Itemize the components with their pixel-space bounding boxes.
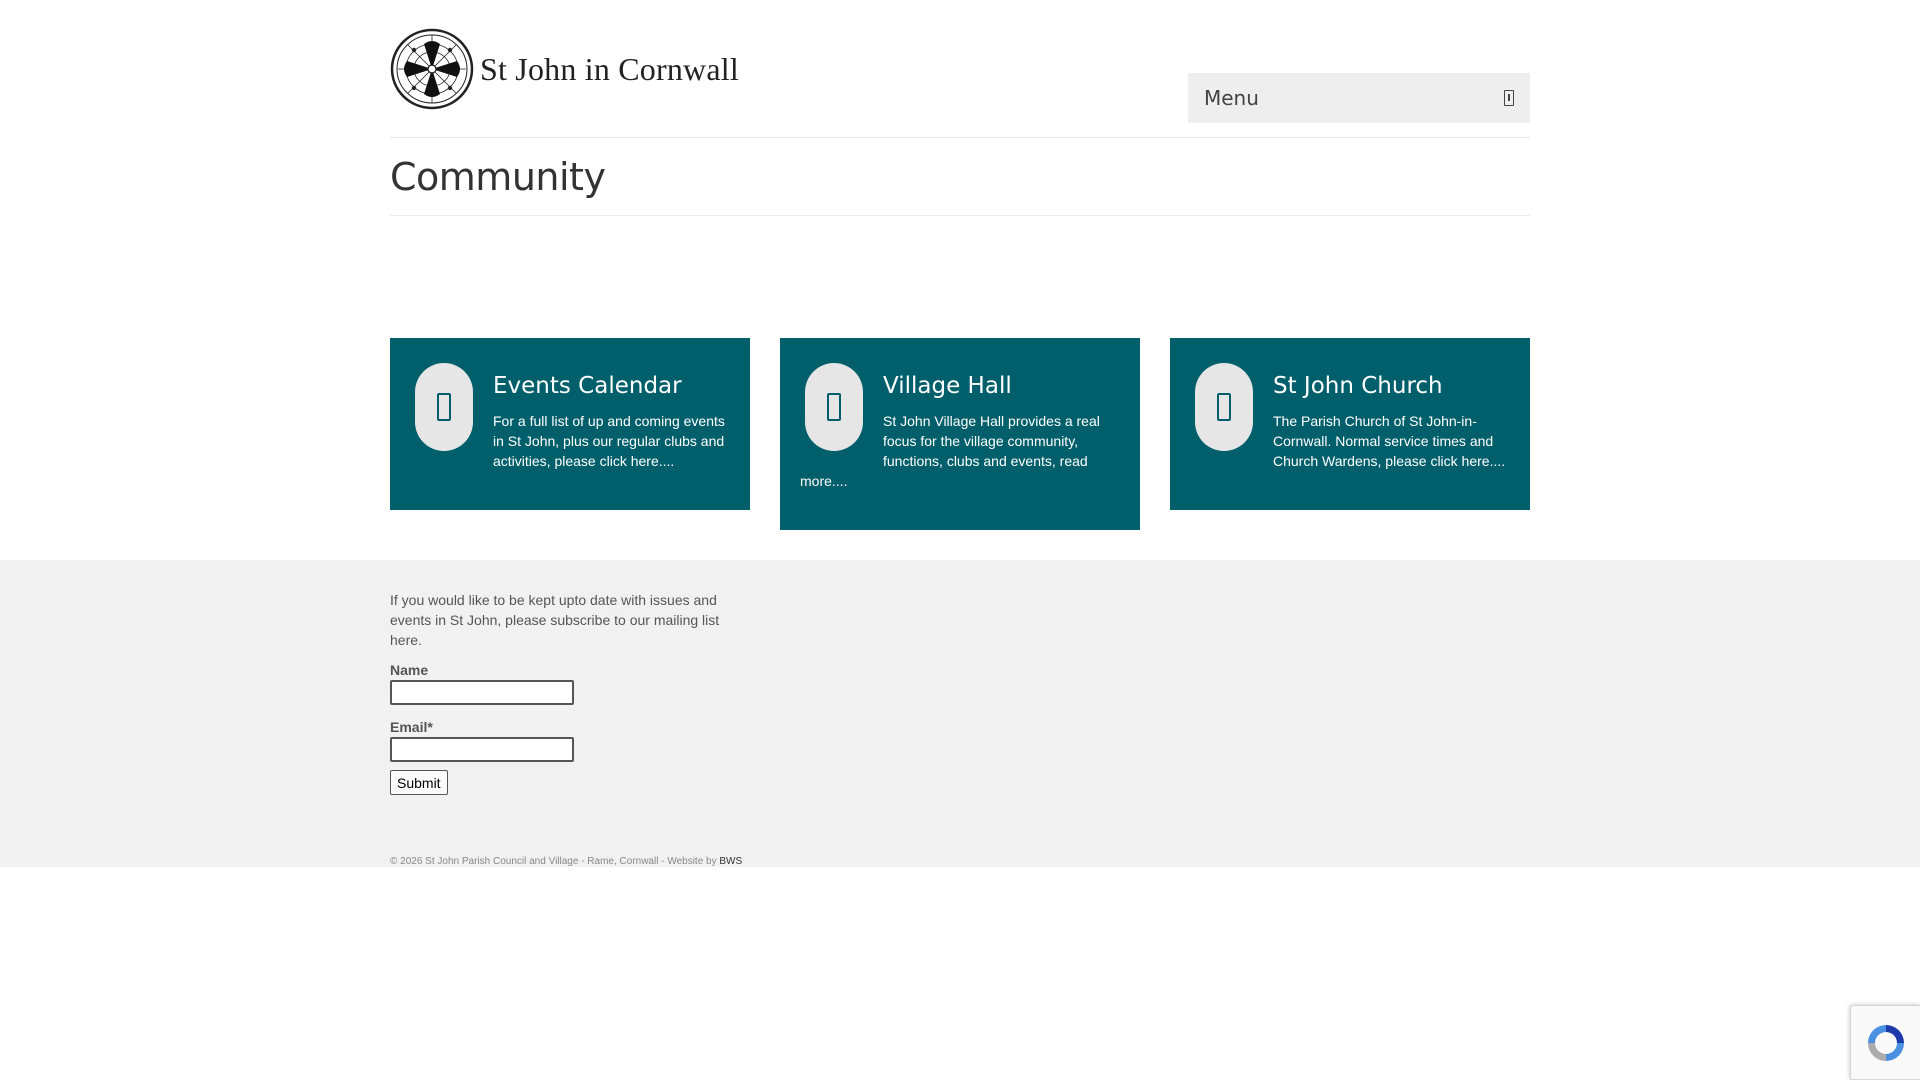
site-footer: If you would like to be kept upto date w… [0,560,1920,867]
submit-button[interactable]: Submit [390,770,448,795]
document-icon [1195,363,1253,451]
email-field[interactable] [390,737,574,762]
page-title: Community [390,155,606,199]
name-label: Name [390,662,429,678]
menu-toggle-icon [1504,90,1514,106]
document-icon [415,363,473,451]
page-title-bar: Community [390,138,1530,216]
subscribe-intro: If you would like to be kept upto date w… [390,592,720,648]
card-st-john-church[interactable]: St John Church The Parish Church of St J… [1170,338,1530,510]
parish-emblem-icon [390,28,474,110]
copyright-label: © 2026 St John Parish Council and Villag… [390,856,720,867]
credit-link[interactable]: BWS [719,856,742,867]
feature-cards: Events Calendar For a full list of up an… [390,338,1530,530]
email-label: Email* [390,719,433,735]
menu-label: Menu [1204,86,1259,110]
name-field[interactable] [390,680,574,705]
site-logo[interactable]: St John in Cornwall [390,28,739,110]
recaptcha-badge[interactable] [1850,1005,1920,1080]
site-logo-text: St John in Cornwall [480,50,739,87]
site-header: St John in Cornwall Menu [390,0,1530,138]
copyright-text: © 2026 St John Parish Council and Villag… [390,856,742,867]
card-village-hall[interactable]: Village Hall St John Village Hall provid… [780,338,1140,530]
document-icon [805,363,863,451]
recaptcha-icon [1867,1024,1904,1061]
subscribe-form: If you would like to be kept upto date w… [390,590,750,867]
card-events-calendar[interactable]: Events Calendar For a full list of up an… [390,338,750,510]
menu-button[interactable]: Menu [1188,73,1530,123]
